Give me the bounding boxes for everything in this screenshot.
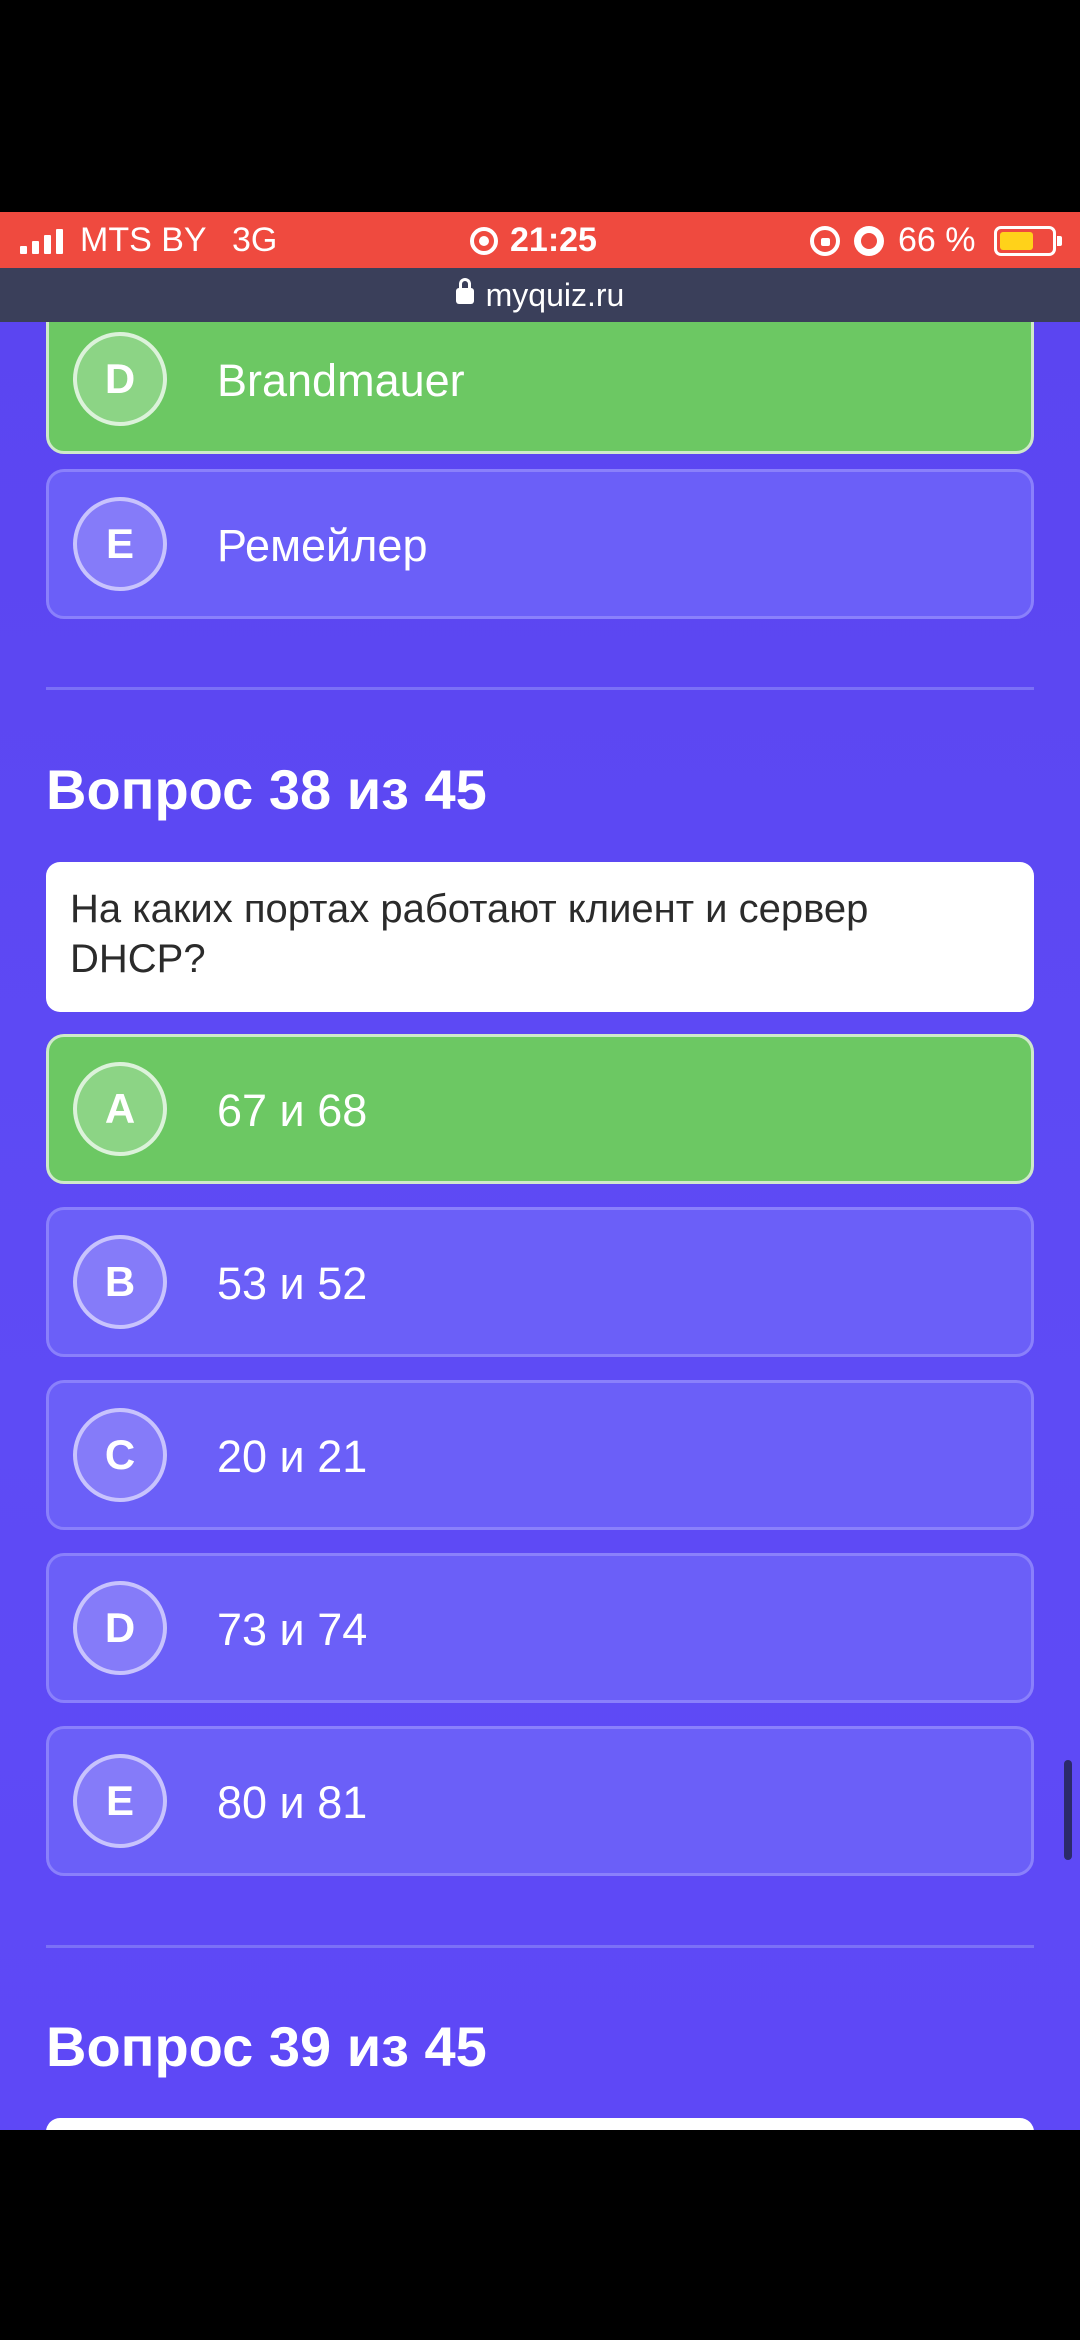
option-letter-badge: B [73, 1235, 167, 1329]
padlock-icon [455, 278, 474, 308]
question-heading: Вопрос 38 из 45 [46, 758, 487, 821]
option-letter-badge: E [73, 1754, 167, 1848]
status-bar: MTS BY 3G 21:25 66 % [0, 212, 1080, 268]
section-divider [46, 687, 1034, 690]
option-text: 67 и 68 [217, 1085, 368, 1136]
answer-option-d-prev[interactable]: D Brandmauer [46, 322, 1034, 454]
quiz-page[interactable]: D Brandmauer E Ремейлер Вопрос 38 из 45 … [0, 322, 1080, 2130]
answer-option-b[interactable]: B 53 и 52 [46, 1207, 1034, 1357]
option-letter-badge: A [73, 1062, 167, 1156]
browser-url-bar[interactable]: myquiz.ru [0, 268, 1080, 322]
option-letter-badge: E [73, 497, 167, 591]
option-text: 73 и 74 [217, 1604, 368, 1655]
clock: 21:25 [470, 221, 597, 260]
screen-top-bezel [0, 0, 1080, 212]
network-type: 3G [232, 221, 278, 259]
screen-record-icon [470, 226, 498, 255]
status-right: 66 % [810, 221, 1062, 260]
battery-percent: 66 % [898, 221, 976, 259]
scrollbar-thumb[interactable] [1064, 1760, 1072, 1860]
battery-icon [993, 225, 1062, 256]
question-text-card [46, 2118, 1034, 2130]
option-letter-badge: D [73, 1581, 167, 1675]
option-text: 53 и 52 [217, 1258, 368, 1309]
answer-option-e-prev[interactable]: E Ремейлер [46, 469, 1034, 619]
signal-icon [20, 226, 63, 254]
option-text: Ремейлер [217, 520, 428, 571]
carrier-name: MTS BY [80, 221, 207, 259]
answer-option-a[interactable]: A 67 и 68 [46, 1034, 1034, 1184]
screen-bottom-bezel [0, 2130, 1080, 2340]
option-text: 20 и 21 [217, 1431, 368, 1482]
question-text: На каких портах работают клиент и сервер… [70, 887, 869, 981]
option-text: Brandmauer [217, 355, 465, 406]
section-divider [46, 1945, 1034, 1948]
url-text: myquiz.ru [485, 276, 625, 313]
option-text: 80 и 81 [217, 1777, 368, 1828]
question-heading: Вопрос 39 из 45 [46, 2015, 487, 2078]
option-letter-badge: D [73, 332, 167, 426]
answer-option-c[interactable]: C 20 и 21 [46, 1380, 1034, 1530]
alarm-icon [854, 225, 884, 256]
question-text-card: На каких портах работают клиент и сервер… [46, 862, 1034, 1012]
answer-option-d[interactable]: D 73 и 74 [46, 1553, 1034, 1703]
rotation-lock-icon [810, 225, 840, 256]
status-time: 21:25 [510, 221, 597, 259]
answer-option-e[interactable]: E 80 и 81 [46, 1726, 1034, 1876]
option-letter-badge: C [73, 1408, 167, 1502]
